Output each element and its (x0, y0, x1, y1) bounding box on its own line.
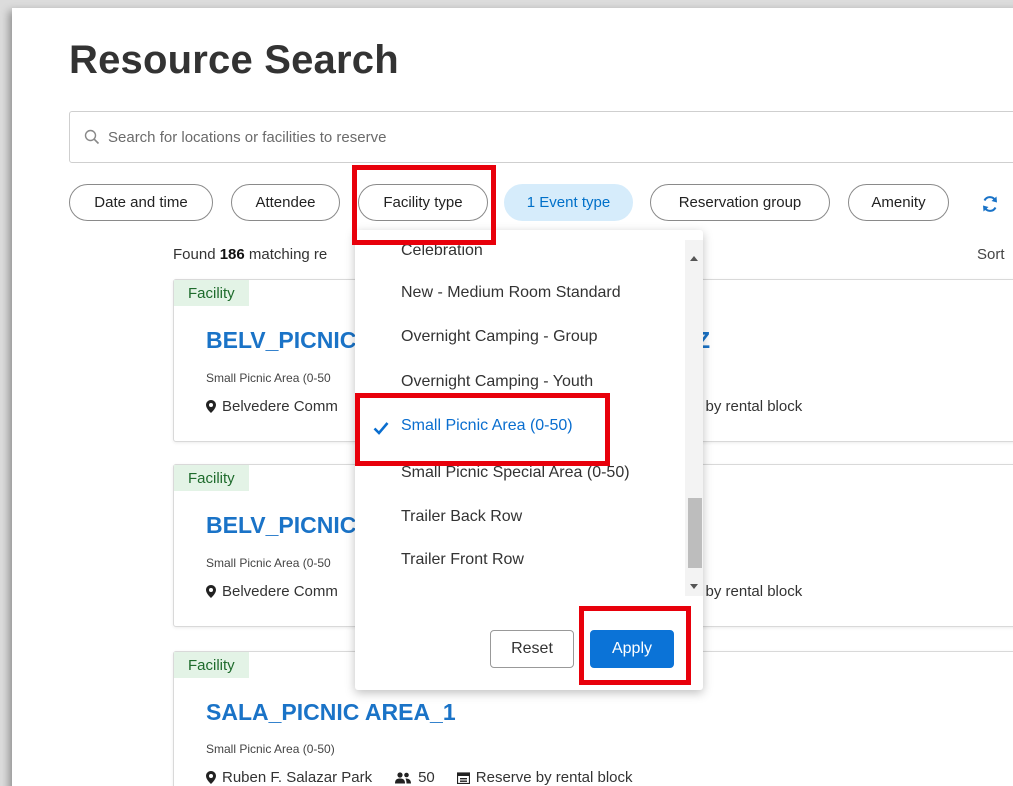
dropdown-option[interactable]: Celebration (401, 242, 483, 260)
scroll-up-arrow-icon[interactable] (690, 256, 698, 261)
location-pin-icon (206, 400, 216, 413)
dropdown-option[interactable]: New - Medium Room Standard (401, 284, 621, 302)
facility-type-label: Small Picnic Area (0-50) (206, 742, 335, 756)
refresh-icon[interactable] (980, 194, 1000, 214)
results-count: Found 186 matching re (173, 246, 327, 263)
facility-badge: Facility (174, 280, 249, 306)
chip-attendee[interactable]: Attendee (231, 184, 340, 221)
facility-meta: Ruben F. Salazar Park 50 Reserve by rent… (206, 769, 633, 786)
facility-location: Belvedere Comm (222, 398, 338, 415)
screenshot-stage: Resource Search Date and time Attendee F… (0, 0, 1013, 786)
chip-amenity[interactable]: Amenity (848, 184, 949, 221)
chip-reservation-group[interactable]: Reservation group (650, 184, 830, 221)
dropdown-option[interactable]: Small Picnic Special Area (0-50) (401, 464, 630, 482)
facility-badge: Facility (174, 465, 249, 491)
search-input[interactable] (108, 128, 708, 146)
facility-type-dropdown: Celebration New - Medium Room Standard O… (355, 230, 703, 690)
dropdown-option[interactable]: Trailer Front Row (401, 551, 524, 569)
people-icon (395, 771, 412, 783)
facility-location: Ruben F. Salazar Park (222, 769, 373, 786)
chip-facility-type[interactable]: Facility type (358, 184, 488, 221)
reserve-type: Reserve by rental block (475, 769, 633, 786)
dropdown-option-selected[interactable]: Small Picnic Area (0-50) (401, 417, 573, 435)
calendar-icon (456, 771, 470, 784)
results-count-number: 186 (219, 246, 245, 263)
checkmark-icon (373, 422, 389, 435)
location-pin-icon (206, 771, 216, 784)
reserve-type: e by rental block (693, 583, 803, 600)
dropdown-scroll-thumb[interactable] (688, 498, 702, 568)
reset-button[interactable]: Reset (490, 630, 574, 668)
location-pin-icon (206, 585, 216, 598)
facility-type-list: Celebration New - Medium Room Standard O… (355, 230, 685, 602)
facility-meta: Belvedere Comm (206, 398, 338, 415)
facility-location: Belvedere Comm (222, 583, 338, 600)
facility-name[interactable]: SALA_PICNIC AREA_1 (206, 699, 456, 726)
reserve-type: e by rental block (693, 398, 803, 415)
chip-date-and-time[interactable]: Date and time (69, 184, 213, 221)
search-box[interactable] (69, 111, 1013, 163)
results-count-prefix: Found (173, 246, 220, 263)
facility-name[interactable]: BELV_PICNIC (206, 512, 356, 539)
facility-type-label: Small Picnic Area (0-50 (206, 371, 331, 385)
apply-button[interactable]: Apply (590, 630, 674, 668)
facility-type-label: Small Picnic Area (0-50 (206, 556, 331, 570)
facility-capacity: 50 (418, 769, 435, 786)
results-count-suffix: matching re (244, 246, 328, 263)
facility-badge: Facility (174, 652, 249, 678)
page-title: Resource Search (69, 38, 399, 82)
scroll-down-arrow-icon[interactable] (690, 584, 698, 589)
dropdown-option[interactable]: Overnight Camping - Youth (401, 373, 593, 391)
app-window: Resource Search Date and time Attendee F… (12, 8, 1013, 786)
facility-meta: Belvedere Comm (206, 583, 338, 600)
sort-label[interactable]: Sort (977, 246, 1005, 263)
dropdown-option[interactable]: Trailer Back Row (401, 508, 522, 526)
facility-name[interactable]: BELV_PICNIC (206, 327, 356, 354)
chip-event-type[interactable]: 1 Event type (504, 184, 633, 221)
search-icon (84, 129, 100, 145)
dropdown-option[interactable]: Overnight Camping - Group (401, 328, 598, 346)
